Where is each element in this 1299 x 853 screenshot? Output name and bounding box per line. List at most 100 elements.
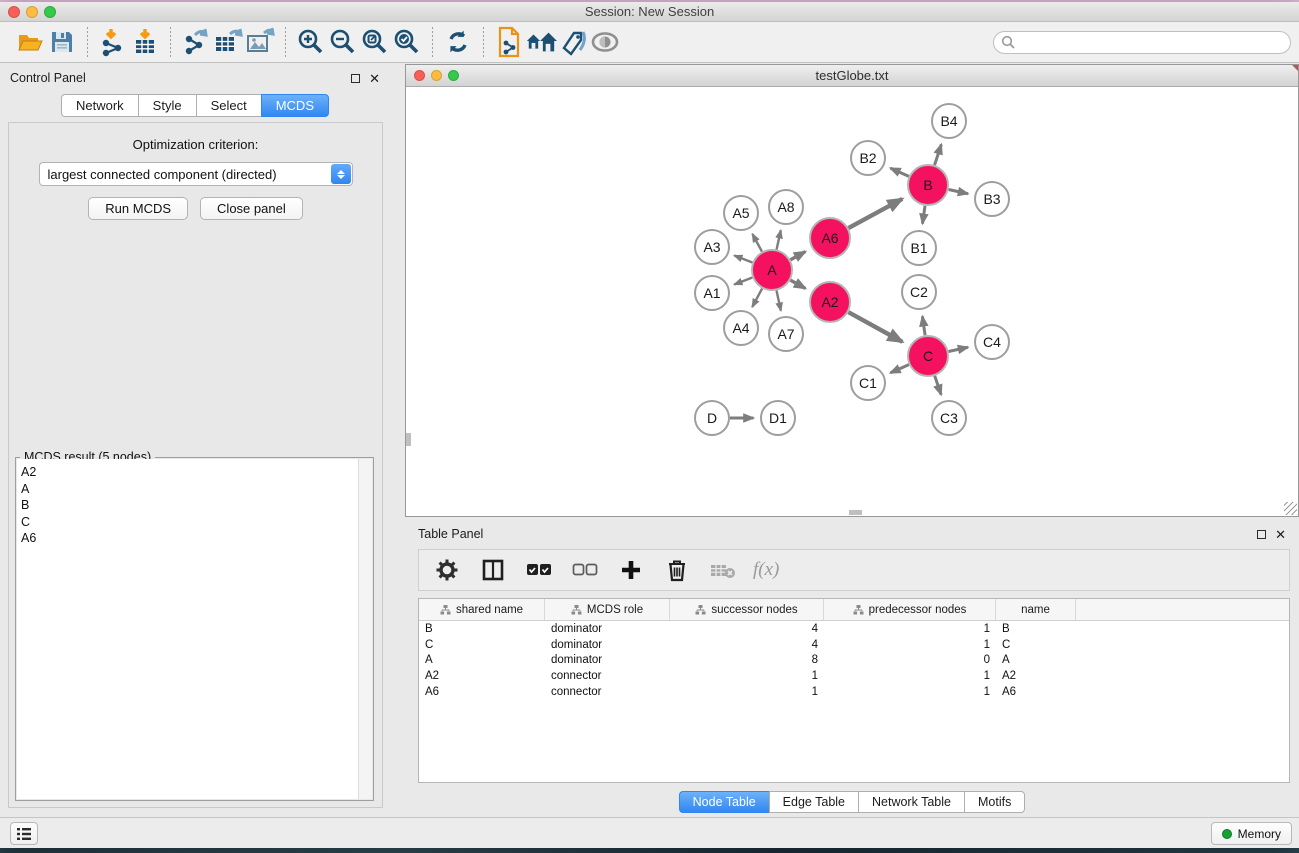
tab-edge-table[interactable]: Edge Table — [769, 791, 858, 813]
table-cell[interactable]: C — [419, 639, 545, 651]
tab-node-table[interactable]: Node Table — [679, 791, 769, 813]
table-cell[interactable]: 0 — [824, 654, 996, 666]
network-file-icon[interactable] — [493, 25, 525, 59]
tab-network[interactable]: Network — [61, 94, 138, 117]
result-item[interactable]: C — [21, 514, 372, 531]
graph-edge-A-A8[interactable] — [777, 230, 781, 249]
node-table[interactable]: shared nameMCDS rolesuccessor nodesprede… — [418, 598, 1290, 783]
save-session-icon[interactable] — [46, 25, 78, 59]
graph-edge-B-B1[interactable] — [922, 206, 925, 224]
graph-edge-A-A7[interactable] — [776, 291, 780, 311]
result-item[interactable]: A2 — [21, 464, 372, 481]
network-zoom-icon[interactable] — [448, 70, 459, 81]
add-column-icon[interactable] — [615, 553, 647, 587]
delete-table-icon[interactable] — [707, 553, 739, 587]
table-cell[interactable]: A6 — [996, 686, 1076, 698]
result-item[interactable]: A — [21, 481, 372, 498]
table-cell[interactable]: dominator — [545, 623, 670, 635]
table-row[interactable]: Bdominator41B — [419, 621, 1289, 637]
table-cell[interactable]: B — [996, 623, 1076, 635]
export-image-icon[interactable] — [244, 25, 276, 59]
run-mcds-button[interactable]: Run MCDS — [88, 197, 188, 220]
tab-motifs[interactable]: Motifs — [964, 791, 1025, 813]
horizontal-scroll-thumb[interactable] — [849, 510, 862, 515]
home-icon[interactable] — [525, 25, 557, 59]
table-cell[interactable]: 8 — [670, 654, 824, 666]
tab-mcds[interactable]: MCDS — [261, 94, 329, 117]
result-item[interactable]: A6 — [21, 530, 372, 547]
graph-edge-A-A4[interactable] — [752, 289, 762, 307]
graph-edge-A-A6[interactable] — [790, 252, 805, 260]
export-network-icon[interactable] — [180, 25, 212, 59]
column-header-shared-name[interactable]: shared name — [419, 599, 545, 620]
graph-edge-B-B2[interactable] — [890, 168, 908, 176]
table-row[interactable]: Adominator80A — [419, 653, 1289, 669]
graph-edge-C-C2[interactable] — [922, 316, 925, 335]
tab-style[interactable]: Style — [138, 94, 196, 117]
import-table-icon[interactable] — [129, 25, 161, 59]
zoom-out-icon[interactable] — [327, 25, 359, 59]
result-item[interactable]: B — [21, 497, 372, 514]
column-header-MCDS-role[interactable]: MCDS role — [545, 599, 670, 620]
mcds-result-list[interactable]: A2ABCA6 — [17, 459, 372, 799]
search-input[interactable] — [993, 31, 1291, 54]
refresh-icon[interactable] — [442, 25, 474, 59]
column-header-successor-nodes[interactable]: successor nodes — [670, 599, 824, 620]
table-cell[interactable]: dominator — [545, 639, 670, 651]
table-cell[interactable]: A — [419, 654, 545, 666]
graph-edge-C-C3[interactable] — [935, 376, 941, 395]
network-close-icon[interactable] — [414, 70, 425, 81]
graph-edge-C-C1[interactable] — [890, 365, 908, 373]
show-panels-button[interactable] — [10, 822, 38, 845]
zoom-fit-icon[interactable] — [359, 25, 391, 59]
hide-labels-icon[interactable] — [557, 25, 589, 59]
import-network-icon[interactable] — [97, 25, 129, 59]
tab-select[interactable]: Select — [196, 94, 261, 117]
close-table-panel-icon[interactable]: ✕ — [1275, 530, 1286, 539]
vertical-scroll-thumb[interactable] — [406, 433, 411, 446]
graph-edge-B-B3[interactable] — [949, 189, 968, 193]
table-cell[interactable]: 1 — [824, 639, 996, 651]
table-cell[interactable]: B — [419, 623, 545, 635]
network-canvas[interactable]: B4B2BB3A8A5A6A3B1AA1C2A2A4A7C4CC1C3DD1 — [406, 88, 1298, 516]
graph-edge-A6-B[interactable] — [848, 199, 902, 228]
zoom-window-icon[interactable] — [44, 6, 56, 18]
table-row[interactable]: Cdominator41C — [419, 637, 1289, 653]
eye-icon[interactable] — [589, 25, 621, 59]
graph-edge-C-C4[interactable] — [949, 347, 968, 351]
table-cell[interactable]: 4 — [670, 639, 824, 651]
table-cell[interactable]: 1 — [824, 623, 996, 635]
table-cell[interactable]: A — [996, 654, 1076, 666]
settings-gear-icon[interactable] — [431, 553, 463, 587]
graph-edge-A-A2[interactable] — [790, 280, 805, 288]
float-panel-icon[interactable] — [351, 74, 360, 83]
zoom-selected-icon[interactable] — [391, 25, 423, 59]
close-window-icon[interactable] — [8, 6, 20, 18]
open-file-icon[interactable] — [14, 25, 46, 59]
graph-edge-A-A3[interactable] — [734, 256, 752, 263]
zoom-in-icon[interactable] — [295, 25, 327, 59]
network-minimize-icon[interactable] — [431, 70, 442, 81]
table-cell[interactable]: dominator — [545, 654, 670, 666]
column-header-predecessor-nodes[interactable]: predecessor nodes — [824, 599, 996, 620]
table-cell[interactable]: connector — [545, 686, 670, 698]
graph-edge-A2-C[interactable] — [848, 312, 902, 342]
graph-edge-A-A5[interactable] — [752, 234, 762, 252]
table-cell[interactable]: A2 — [419, 670, 545, 682]
table-cell[interactable]: A6 — [419, 686, 545, 698]
result-scrollbar[interactable] — [358, 459, 372, 799]
graph-edge-B-B4[interactable] — [935, 144, 942, 165]
function-builder-icon[interactable]: f(x) — [753, 559, 779, 581]
tab-network-table[interactable]: Network Table — [858, 791, 964, 813]
close-panel-icon[interactable]: ✕ — [369, 74, 380, 83]
column-layout-icon[interactable] — [477, 553, 509, 587]
graph-edge-A-A1[interactable] — [734, 278, 752, 285]
close-panel-button[interactable]: Close panel — [200, 197, 303, 220]
delete-column-icon[interactable] — [661, 553, 693, 587]
column-header-name[interactable]: name — [996, 599, 1076, 620]
export-table-icon[interactable] — [212, 25, 244, 59]
table-cell[interactable]: C — [996, 639, 1076, 651]
select-all-icon[interactable] — [523, 553, 555, 587]
table-cell[interactable]: 1 — [824, 670, 996, 682]
table-cell[interactable]: connector — [545, 670, 670, 682]
